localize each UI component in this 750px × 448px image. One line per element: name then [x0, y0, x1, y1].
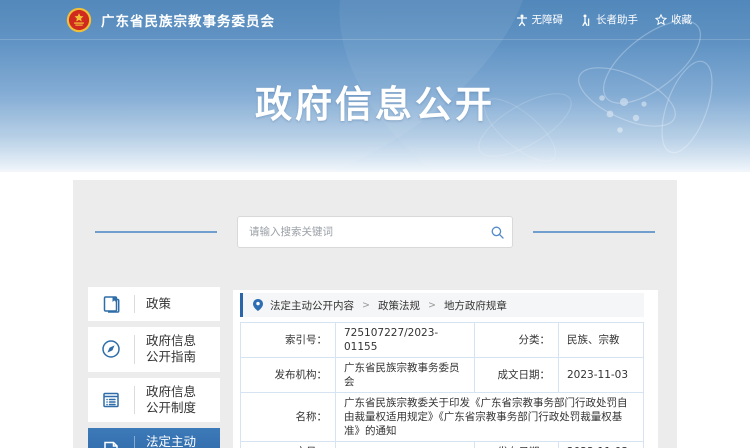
document-detail-table: 索引号： 725107227/2023-01155 分类： 民族、宗教 发布机构… [240, 322, 644, 448]
breadcrumb-item[interactable]: 法定主动公开内容 [270, 298, 354, 313]
breadcrumb-separator: > [427, 299, 436, 311]
divider [134, 295, 135, 313]
list-icon [88, 389, 134, 411]
detail-panel: 法定主动公开内容 > 政策法规 > 地方政府规章 索引号： 725107227/… [233, 290, 658, 448]
sidebar-item-policy[interactable]: 政策 [88, 287, 220, 321]
doc-number-label: 文号： [240, 441, 336, 448]
breadcrumb-item-current: 地方政府规章 [443, 299, 507, 312]
search-button[interactable] [482, 217, 512, 247]
table-row: 文号： 发布日期： 2023-11-03 [240, 441, 644, 448]
date-written-label: 成文日期： [474, 357, 559, 393]
favorite-label: 收藏 [671, 14, 692, 26]
divider [134, 436, 135, 448]
sidebar-item-statutory-disclosure[interactable]: 法定主动公开内容 [88, 428, 220, 448]
accessibility-icon [516, 14, 527, 26]
date-published-label: 发布日期： [474, 441, 559, 448]
site-logo-home-link[interactable]: 广东省民族宗教事务委员会 [66, 7, 275, 33]
search-box [237, 216, 513, 248]
sidebar-item-label: 法定主动公开内容 [146, 434, 197, 448]
elder-assist-label: 长者助手 [596, 14, 638, 26]
document-title-value: 广东省民族宗教委关于印发《广东省宗教事务部门行政处罚自由裁量权适用规定》《广东省… [335, 392, 644, 442]
index-number-value: 725107227/2023-01155 [335, 322, 475, 358]
doc-number-value [335, 441, 475, 448]
favorite-link[interactable]: 收藏 [655, 12, 692, 27]
breadcrumb-item[interactable]: 政策法规 [378, 298, 420, 313]
banner: 广东省民族宗教事务委员会 无障碍 长者助手 收藏 政府信息公开 [0, 0, 750, 172]
breadcrumb-separator: > [362, 299, 370, 311]
top-links: 无障碍 长者助手 收藏 [516, 12, 692, 27]
sidebar-item-label: 政府信息公开指南 [146, 333, 197, 365]
site-title: 广东省民族宗教事务委员会 [101, 13, 275, 30]
compass-icon [88, 338, 134, 360]
index-number-label: 索引号： [240, 322, 336, 358]
search-icon [491, 226, 504, 239]
page: 广东省民族宗教事务委员会 无障碍 长者助手 收藏 政府信息公开 请输入搜索关键词… [0, 0, 750, 448]
sidebar-item-label: 政策 [146, 295, 172, 311]
national-emblem-icon [66, 7, 92, 32]
date-published-value: 2023-11-03 [558, 441, 644, 448]
decorative-line-right [533, 231, 655, 233]
book-icon [88, 293, 134, 315]
search-input[interactable] [238, 217, 482, 247]
elder-assist-link[interactable]: 长者助手 [580, 12, 638, 27]
date-written-value: 2023-11-03 [558, 357, 644, 393]
category-value: 民族、宗教 [558, 322, 644, 358]
table-row: 索引号： 725107227/2023-01155 分类： 民族、宗教 [240, 322, 644, 358]
elder-icon [582, 14, 590, 26]
sidebar-item-disclosure-system[interactable]: 政府信息公开制度 [88, 377, 220, 422]
top-header-bar: 广东省民族宗教事务委员会 无障碍 长者助手 收藏 [0, 0, 750, 40]
divider [134, 335, 135, 364]
star-icon [655, 13, 667, 25]
page-title: 政府信息公开 [255, 83, 495, 126]
table-row: 发布机构： 广东省民族宗教事务委员会 成文日期： 2023-11-03 [240, 357, 644, 393]
location-pin-icon [253, 299, 263, 311]
category-label: 分类： [474, 322, 559, 358]
decorative-line-left [95, 231, 217, 233]
document-title-label: 名称： [240, 392, 336, 442]
sidebar-item-label: 政府信息公开制度 [146, 383, 197, 415]
accessibility-link[interactable]: 无障碍 [516, 12, 564, 27]
issuing-agency-value: 广东省民族宗教事务委员会 [335, 357, 475, 393]
breadcrumb: 法定主动公开内容 > 政策法规 > 地方政府规章 [240, 293, 644, 317]
divider [134, 385, 135, 414]
search-row [73, 216, 677, 248]
accessibility-label: 无障碍 [531, 14, 564, 26]
table-row: 名称： 广东省民族宗教委关于印发《广东省宗教事务部门行政处罚自由裁量权适用规定》… [240, 392, 644, 442]
sidebar-item-disclosure-guide[interactable]: 政府信息公开指南 [88, 327, 220, 372]
document-icon [88, 439, 134, 448]
content-card: 政策 政府信息公开指南 [73, 180, 677, 448]
issuing-agency-label: 发布机构： [240, 357, 336, 393]
sidebar-menu: 政策 政府信息公开指南 政府信息公开制度 法定主动 [88, 287, 220, 448]
